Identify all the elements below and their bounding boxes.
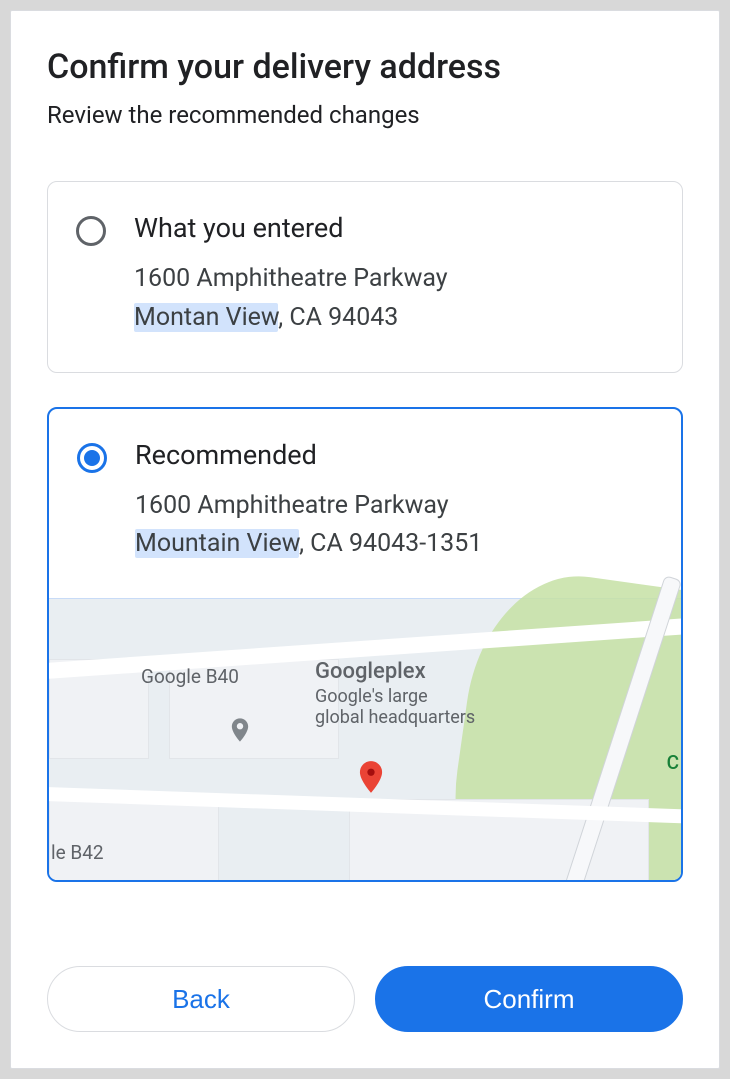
map-label-googleplex-sub: Google's largeglobal headquarters [315, 687, 475, 728]
recommended-city-highlight: Mountain View [135, 529, 299, 558]
entered-rest: , CA 94043 [278, 303, 398, 332]
map-pin-icon [226, 711, 244, 729]
map-label-b40: Google B40 [141, 665, 239, 688]
map-label-googleplex: Googleplex [315, 659, 426, 684]
radio-recommended[interactable] [77, 443, 107, 473]
map-label-east: C [667, 751, 679, 774]
option-recommended[interactable]: Recommended 1600 Amphitheatre Parkway Mo… [47, 407, 683, 883]
option-entered-label: What you entered [134, 212, 448, 244]
confirm-address-dialog: Confirm your delivery address Review the… [10, 10, 720, 1069]
dialog-title: Confirm your delivery address [47, 47, 683, 87]
map-marker-icon [352, 751, 390, 789]
recommended-rest: , CA 94043-1351 [299, 529, 482, 558]
address-options: What you entered 1600 Amphitheatre Parkw… [47, 181, 683, 882]
map-label-b42: le B42 [51, 841, 104, 864]
entered-line2: Montan View, CA 94043 [134, 299, 448, 338]
entered-city-highlight: Montan View [134, 303, 278, 332]
entered-line1: 1600 Amphitheatre Parkway [134, 260, 448, 299]
map-preview: Google B40 Googleplex Google's largeglob… [49, 598, 681, 880]
option-entered[interactable]: What you entered 1600 Amphitheatre Parkw… [47, 181, 683, 373]
recommended-line1: 1600 Amphitheatre Parkway [135, 487, 482, 526]
back-button[interactable]: Back [47, 966, 355, 1032]
confirm-button[interactable]: Confirm [375, 966, 683, 1032]
dialog-actions: Back Confirm [47, 924, 683, 1032]
recommended-line2: Mountain View, CA 94043-1351 [135, 525, 482, 564]
option-recommended-label: Recommended [135, 439, 482, 471]
radio-entered[interactable] [76, 216, 106, 246]
dialog-subtitle: Review the recommended changes [47, 101, 683, 129]
